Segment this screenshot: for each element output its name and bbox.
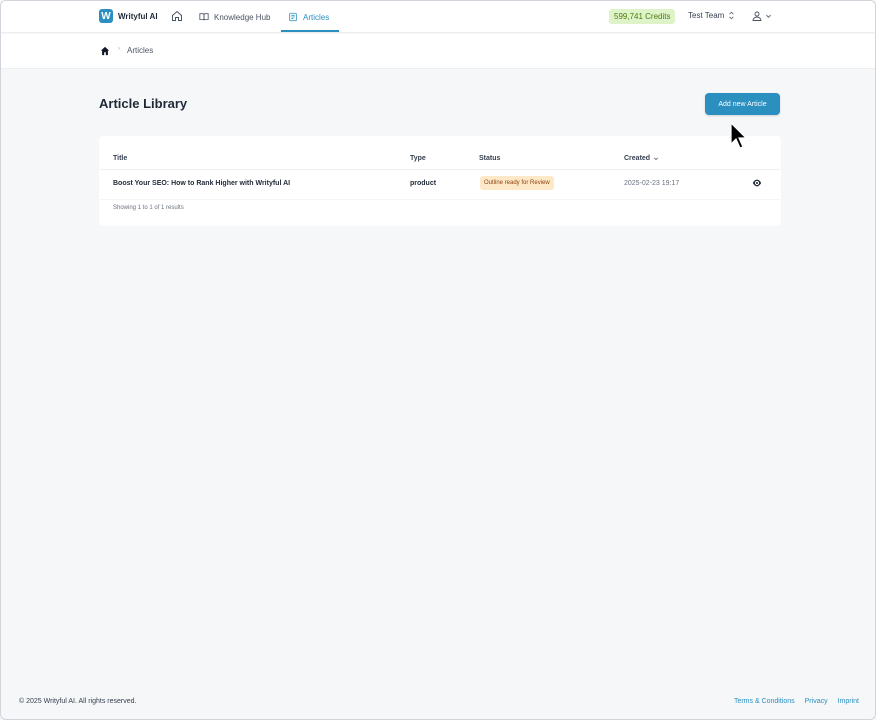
articles-table: Title Type Status Created Boost Your SEO… xyxy=(99,136,781,226)
book-icon xyxy=(199,13,209,21)
user-menu[interactable] xyxy=(751,9,772,23)
chevron-down-icon xyxy=(766,14,771,18)
results-summary: Showing 1 to 1 of 1 results xyxy=(113,205,184,211)
footer-link-imprint[interactable]: Imprint xyxy=(838,698,859,705)
breadcrumb-current: Articles xyxy=(127,46,154,55)
add-new-article-button[interactable]: Add new Article xyxy=(705,93,780,115)
document-icon xyxy=(289,12,297,22)
column-header-label: Created xyxy=(624,155,651,162)
home-icon[interactable] xyxy=(100,46,110,56)
article-title[interactable]: Boost Your SEO: How to Rank Higher with … xyxy=(113,180,290,187)
sort-chevron-down-icon xyxy=(653,156,659,160)
breadcrumb: › Articles xyxy=(1,34,875,69)
status-badge: Outline ready for Review xyxy=(480,176,554,190)
app-window: W Writyful AI Knowledge Hub Articles 599… xyxy=(0,0,876,720)
chevron-up-down-icon xyxy=(729,11,735,20)
brand-name: Writyful AI xyxy=(118,11,158,21)
footer-links: Terms & Conditions Privacy Imprint xyxy=(734,698,859,705)
eye-icon[interactable] xyxy=(752,179,762,187)
nav-item-articles[interactable]: Articles xyxy=(288,9,329,25)
row-divider xyxy=(99,199,781,200)
team-name: Test Team xyxy=(688,11,725,20)
user-icon xyxy=(752,11,762,21)
header-divider xyxy=(99,169,781,170)
mouse-cursor-icon xyxy=(730,122,748,149)
article-type: product xyxy=(410,180,437,187)
brand-logo: W xyxy=(99,9,113,23)
credits-badge: 599,741 Credits xyxy=(609,9,676,24)
nav-item-knowledge-hub[interactable]: Knowledge Hub xyxy=(199,9,270,25)
nav-item-label: Knowledge Hub xyxy=(214,12,271,22)
nav-item-label: Articles xyxy=(303,12,330,22)
footer-link-privacy[interactable]: Privacy xyxy=(805,698,828,705)
column-header-type: Type xyxy=(410,155,426,162)
page-title: Article Library xyxy=(99,96,188,111)
active-tab-indicator xyxy=(281,30,339,32)
home-icon[interactable] xyxy=(171,10,183,22)
brand[interactable]: W Writyful AI xyxy=(99,9,158,23)
footer-link-terms[interactable]: Terms & Conditions xyxy=(734,698,795,705)
breadcrumb-separator: › xyxy=(118,46,120,52)
team-selector[interactable]: Test Team xyxy=(688,11,735,20)
table-row[interactable]: Boost Your SEO: How to Rank Higher with … xyxy=(99,174,781,196)
column-header-created[interactable]: Created xyxy=(624,155,659,162)
column-header-title: Title xyxy=(113,155,128,162)
column-header-status: Status xyxy=(479,155,501,162)
footer-copyright: © 2025 Writyful AI. All rights reserved. xyxy=(19,698,137,705)
article-created: 2025-02-23 19:17 xyxy=(624,180,680,187)
top-navigation: W Writyful AI Knowledge Hub Articles 599… xyxy=(1,1,875,33)
